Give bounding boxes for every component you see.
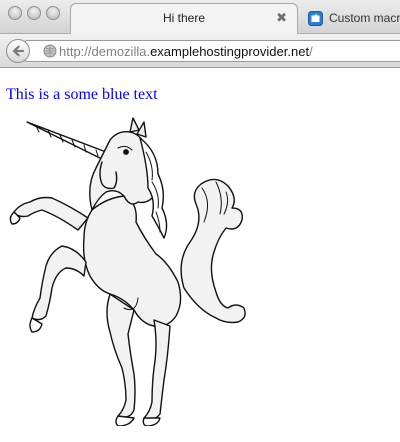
tab-title: Custom macr — [329, 11, 400, 25]
back-button[interactable] — [6, 39, 30, 63]
globe-icon — [43, 44, 57, 58]
url-scheme: http:// — [59, 44, 92, 59]
url-path: / — [309, 44, 313, 59]
unicorn-illustration — [9, 117, 246, 426]
browser-titlebar: Hi there ✖ Custom macr — [0, 0, 400, 35]
tab-hi-there[interactable]: Hi there ✖ — [70, 3, 298, 35]
puzzle-favicon-icon — [308, 11, 323, 26]
url-text[interactable]: http://demozilla.examplehostingprovider.… — [59, 44, 313, 59]
minimize-window-button[interactable] — [27, 6, 41, 20]
zoom-window-button[interactable] — [46, 6, 60, 20]
tab-title: Hi there — [162, 11, 206, 25]
back-arrow-icon — [12, 45, 25, 57]
url-subdomain: demozilla. — [91, 44, 151, 59]
url-host: examplehostingprovider.net — [150, 44, 310, 59]
tab-custom-macro[interactable]: Custom macr — [300, 5, 400, 34]
blue-text-paragraph: This is a some blue text — [6, 86, 158, 103]
close-window-button[interactable] — [8, 6, 22, 20]
tab-close-icon[interactable]: ✖ — [276, 10, 287, 26]
